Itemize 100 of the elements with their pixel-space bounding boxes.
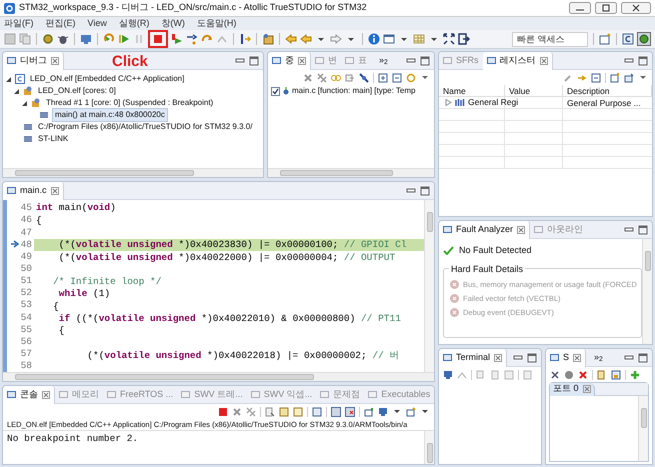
vertical-scrollbar[interactable] [638, 396, 648, 461]
menu-item[interactable]: View [88, 16, 107, 30]
horizontal-scrollbar[interactable] [3, 372, 434, 381]
menu-item[interactable]: 파일(F) [4, 16, 34, 30]
tree-toggle-icon[interactable] [13, 88, 20, 94]
menu-item[interactable]: 창(W) [161, 16, 185, 30]
export-icon[interactable] [345, 72, 355, 82]
instruction-step-icon[interactable] [239, 33, 251, 45]
panel-tab[interactable]: Fault Analyzer [439, 221, 530, 238]
tree-toggle-icon[interactable] [445, 99, 452, 106]
panel-tab[interactable]: 레지스터 [482, 52, 552, 70]
monitor-icon[interactable] [443, 370, 453, 380]
new-icon[interactable] [610, 72, 620, 82]
new-console-icon[interactable] [364, 406, 374, 416]
horizontal-scrollbar[interactable] [268, 168, 434, 177]
display-console-icon[interactable] [378, 406, 388, 416]
word-wrap-icon[interactable] [293, 406, 303, 416]
column-header[interactable]: Description [563, 85, 652, 97]
debug-perspective-icon[interactable] [637, 32, 651, 46]
clear-icon[interactable] [265, 406, 275, 416]
tree-item[interactable]: Thread #1 1 [core: 0] (Suspended : Breakpoint) [44, 97, 216, 109]
menu-item[interactable]: 실행(R) [118, 16, 150, 30]
tree-item[interactable]: LED_ON.elf [cores: 0] [36, 85, 118, 97]
close-icon[interactable] [42, 390, 50, 398]
open-perspective-icon[interactable] [599, 33, 611, 45]
minimize-icon[interactable] [513, 352, 523, 362]
maximize-icon[interactable] [595, 2, 617, 14]
remove-icon[interactable] [232, 406, 242, 416]
panel-tab[interactable]: 디버그 [3, 52, 64, 70]
tree-item[interactable]: C:/Program Files (x86)/Atollic/TrueSTUDIO for STM32 9.3.0/ [36, 121, 254, 133]
tree-item[interactable]: main() at main.c:48 0x800020c [52, 108, 168, 122]
panel-tab[interactable]: main.c [3, 182, 64, 200]
remove-all-icon[interactable] [317, 72, 327, 82]
maximize-icon[interactable] [420, 186, 430, 196]
checkbox[interactable] [271, 86, 280, 96]
terminate-icon[interactable] [218, 406, 228, 416]
scroll-lock-icon[interactable] [279, 406, 289, 416]
arrow-left-icon[interactable] [300, 33, 312, 45]
panel-tab[interactable]: Terminal [439, 349, 508, 366]
skip-icon[interactable] [359, 72, 369, 82]
close-icon[interactable] [51, 56, 59, 64]
vertical-scrollbar[interactable] [642, 239, 652, 344]
maximize-icon[interactable] [527, 352, 537, 362]
close-icon[interactable] [582, 385, 591, 393]
tool-icon[interactable] [550, 370, 560, 380]
collapse-all-icon[interactable] [392, 72, 402, 82]
step-into-icon[interactable] [186, 33, 198, 45]
expand-all-icon[interactable] [378, 72, 388, 82]
minimize-icon[interactable] [624, 352, 634, 362]
monitor-icon[interactable] [80, 33, 92, 45]
minimize-icon[interactable] [624, 224, 634, 234]
minimize-icon[interactable] [406, 186, 416, 196]
c-perspective-icon[interactable] [622, 33, 634, 45]
file-icon[interactable] [597, 370, 607, 380]
breakpoint-item[interactable]: main.c [function: main] [type: Temp [292, 85, 416, 97]
close-icon[interactable] [621, 2, 651, 14]
port-tab[interactable]: 포트 0 [550, 382, 595, 396]
panel-tab[interactable]: 콘솔 [3, 386, 55, 404]
package-icon[interactable] [262, 33, 274, 45]
maximize-icon[interactable] [249, 56, 259, 66]
horizontal-scrollbar[interactable] [3, 168, 263, 177]
resume-icon[interactable] [118, 33, 130, 45]
arrow-left-icon[interactable] [285, 33, 297, 45]
tree-item[interactable]: ST-LINK [36, 133, 70, 145]
tree-toggle-icon[interactable] [21, 100, 28, 106]
overflow-button[interactable]: »$_{2}$ [594, 350, 603, 364]
tree-item[interactable]: LED_ON.elf [Embedded C/C++ Application] [28, 73, 186, 85]
close-icon[interactable] [50, 186, 59, 194]
bug-icon[interactable] [57, 33, 69, 45]
open-console-icon[interactable] [406, 406, 416, 416]
add-icon[interactable] [630, 370, 640, 380]
menu-item[interactable]: 도움말(H) [196, 16, 236, 30]
pin-icon[interactable] [312, 406, 322, 416]
close-icon[interactable] [298, 56, 306, 64]
maximize-icon[interactable] [638, 56, 648, 66]
vertical-scrollbar[interactable] [424, 200, 434, 372]
panel-tab[interactable]: 중 [268, 52, 311, 70]
minimize-icon[interactable] [406, 56, 416, 66]
minimize-icon[interactable] [569, 2, 591, 14]
overflow-button[interactable]: »$_{2}$ [379, 54, 388, 68]
quick-access-field[interactable]: 빠른 액세스 [512, 32, 588, 46]
minimize-icon[interactable] [235, 56, 245, 66]
lock-icon[interactable] [611, 370, 621, 380]
maximize-icon[interactable] [638, 224, 648, 234]
panel-tab[interactable]: S [546, 349, 586, 366]
column-header[interactable]: Value [505, 85, 563, 97]
remove-icon[interactable] [303, 72, 313, 82]
disconnect-icon[interactable] [171, 33, 183, 45]
close-icon[interactable] [517, 226, 526, 234]
collapse-all-icon[interactable] [591, 72, 601, 82]
close-icon[interactable] [540, 56, 548, 64]
close-icon[interactable] [494, 354, 502, 362]
minimize-icon[interactable] [624, 56, 634, 66]
show-stdout-icon[interactable] [331, 406, 341, 416]
menu-item[interactable]: 편집(E) [46, 16, 76, 30]
expand-icon[interactable] [443, 33, 455, 45]
arrow-right-icon[interactable] [330, 33, 342, 45]
column-header[interactable]: Name [439, 85, 505, 97]
vertical-scrollbar[interactable] [424, 431, 434, 464]
tree-toggle-icon[interactable] [5, 76, 12, 82]
